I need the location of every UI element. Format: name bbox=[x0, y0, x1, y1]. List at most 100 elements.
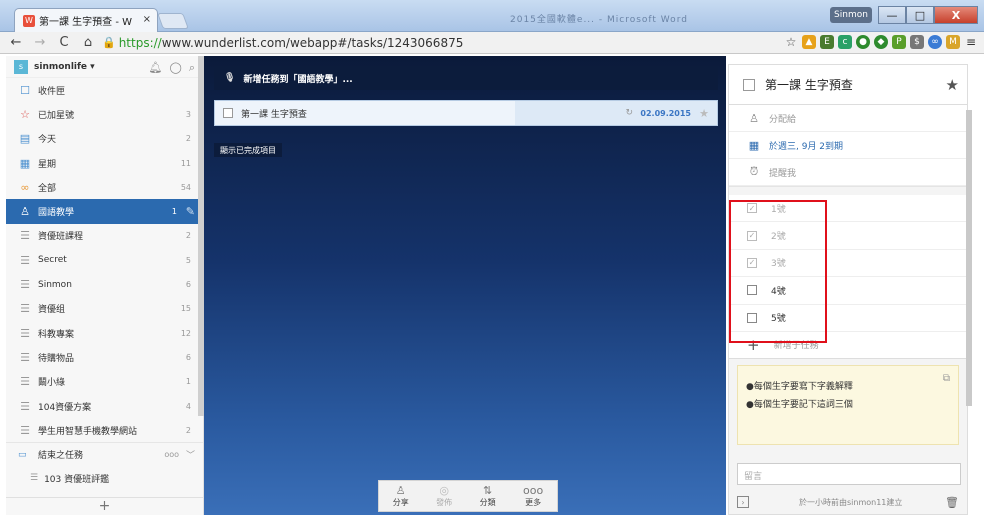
sidebar-item-count: 1 bbox=[171, 207, 177, 217]
window-controls: Sinmon — □ X bbox=[830, 6, 978, 24]
sidebar-item[interactable]: ▦ 星期 11 bbox=[6, 151, 203, 175]
checkmark-icon[interactable]: ✓ bbox=[747, 230, 757, 241]
checkmark-icon[interactable]: ✓ bbox=[747, 257, 757, 268]
note-line: ●每個生字要寫下字義解釋 bbox=[746, 381, 853, 392]
reminder-row[interactable]: ⏰︎ 提醒我 bbox=[729, 159, 967, 186]
search-icon[interactable]: ⌕ bbox=[189, 61, 195, 75]
folder-extension-icon[interactable]: M bbox=[946, 35, 960, 49]
subtask-row[interactable]: 4號 bbox=[729, 277, 967, 305]
add-task-input[interactable]: 🎙︎ 新增任務到「國語教學」... bbox=[214, 66, 718, 90]
username[interactable]: sinmonlife ▾ bbox=[34, 62, 95, 72]
publish-button[interactable]: ◎ 發佈 bbox=[436, 484, 453, 508]
trash-icon[interactable]: 🗑︎ bbox=[945, 496, 959, 509]
subtask-row[interactable]: ✓ 2號 bbox=[729, 222, 967, 250]
url-field[interactable]: 🔒 https:// www.wunderlist.com/webapp#/ta… bbox=[100, 34, 728, 51]
maximize-button[interactable]: □ bbox=[906, 6, 934, 24]
bookmark-star-icon[interactable]: ☆ bbox=[784, 35, 798, 49]
sidebar-item[interactable]: ☰ 學生用智慧手機教學網站 2 bbox=[6, 418, 203, 442]
detail-scrollbar[interactable] bbox=[966, 110, 972, 406]
menu-icon[interactable]: ≡ bbox=[964, 35, 978, 49]
subtask-checkbox[interactable] bbox=[747, 312, 757, 323]
show-completed-button[interactable]: 顯示已完成項目 bbox=[214, 143, 282, 157]
add-list-button[interactable]: + bbox=[6, 497, 203, 515]
due-date-row[interactable]: ▦ 於週三, 9月 2到期 bbox=[729, 132, 967, 159]
checkmark-icon[interactable]: ✓ bbox=[747, 203, 757, 214]
sidebar-item-count: 6 bbox=[185, 280, 191, 290]
share-button[interactable]: ♙ 分享 bbox=[393, 484, 409, 508]
sidebar-item[interactable]: ∞ 全部 54 bbox=[6, 175, 203, 199]
calendar-icon: ▦ bbox=[748, 138, 760, 152]
task-checkbox[interactable] bbox=[223, 108, 233, 118]
sidebar-item[interactable]: ☰ Secret 5 bbox=[6, 248, 203, 272]
drive-extension-icon[interactable]: ▲ bbox=[802, 35, 816, 49]
subtask-list: ✓ 1號 ✓ 2號 ✓ 3號 4號 5號 bbox=[729, 195, 967, 332]
note-box[interactable]: ⧉ ●每個生字要寫下字義解釋 ●每個生字要記下這詞三個 bbox=[737, 364, 959, 445]
detail-title[interactable]: 第一課 生字預查 bbox=[765, 76, 853, 93]
p-extension-icon[interactable]: P bbox=[892, 35, 906, 49]
folder-more-icon[interactable]: ooo bbox=[164, 450, 179, 459]
sidebar-item[interactable]: ▤ 今天 2 bbox=[6, 127, 203, 151]
sidebar-item[interactable]: ☆ 已加星號 3 bbox=[6, 102, 203, 126]
chevron-down-icon[interactable]: ﹀ bbox=[186, 448, 195, 461]
minimize-button[interactable]: — bbox=[878, 6, 906, 24]
bell-icon[interactable]: 🔔︎ bbox=[149, 61, 163, 75]
sidebar: s sinmonlife ▾ 🔔︎ ◯ ⌕ ☐ 收件匣 ☆ 已加星號 3 ▤ 今天 2 ▦ 星期 1… bbox=[6, 56, 204, 515]
subtask-row[interactable]: 5號 bbox=[729, 304, 967, 332]
forward-icon[interactable]: → bbox=[32, 35, 48, 50]
task-row[interactable]: 第一課 生字預查 ↻ 02.09.2015 ★ bbox=[214, 100, 718, 126]
note-line: ●每個生字要記下這詞三個 bbox=[746, 399, 853, 410]
star-icon[interactable]: ★ bbox=[946, 76, 959, 94]
microphone-icon[interactable]: 🎙︎ bbox=[224, 73, 235, 83]
sidebar-item[interactable]: ☰ 待購物品 6 bbox=[6, 345, 203, 369]
star-icon[interactable]: ★ bbox=[699, 107, 709, 120]
list-icon: ☰ bbox=[20, 326, 30, 340]
c-extension-icon[interactable]: c bbox=[838, 35, 852, 49]
subtask-label: 3號 bbox=[771, 259, 786, 270]
subtask-checkbox[interactable] bbox=[747, 285, 757, 296]
lock-icon: 🔒 bbox=[102, 36, 116, 49]
comment-input[interactable]: 留言 bbox=[737, 463, 961, 485]
browser-tab[interactable]: W 第一課 生字預查 - W × bbox=[14, 8, 158, 32]
avatar: s bbox=[14, 59, 28, 74]
edit-pencil-icon[interactable]: ✎ bbox=[186, 205, 195, 218]
sidebar-item[interactable]: ☐ 收件匣 bbox=[6, 78, 203, 102]
sidebar-item[interactable]: ☰ 資優组 15 bbox=[6, 297, 203, 321]
sync-extension-icon[interactable]: $ bbox=[910, 35, 924, 49]
sidebar-item[interactable]: ☰ 鬫小綠 1 bbox=[6, 370, 203, 394]
user-row[interactable]: s sinmonlife ▾ 🔔︎ ◯ ⌕ bbox=[6, 56, 203, 78]
sidebar-item-sublist[interactable]: ☰ 103 資優班評鑑 bbox=[6, 466, 203, 490]
reload-icon[interactable]: C bbox=[56, 35, 72, 50]
collapse-panel-icon[interactable]: › bbox=[737, 496, 749, 508]
chat-icon[interactable]: ◯ bbox=[170, 61, 182, 75]
list-icon: ☰ bbox=[20, 229, 30, 243]
more-button[interactable]: ooo 更多 bbox=[523, 484, 543, 508]
detail-checkbox[interactable] bbox=[743, 78, 755, 91]
sort-button[interactable]: ⇅ 分類 bbox=[480, 484, 496, 508]
assign-row[interactable]: ♙ 分配給 bbox=[729, 105, 967, 132]
loop-extension-icon[interactable]: ∞ bbox=[928, 35, 942, 49]
sidebar-item[interactable]: ☰ 資優班課程 2 bbox=[6, 224, 203, 248]
subtask-label: 1號 bbox=[771, 204, 786, 215]
home-icon[interactable]: ⌂ bbox=[80, 35, 96, 50]
sidebar-item-count: 6 bbox=[185, 352, 191, 362]
sidebar-item[interactable]: ☰ 104資優方案 4 bbox=[6, 394, 203, 418]
evernote-extension-icon[interactable]: E bbox=[820, 35, 834, 49]
sidebar-item[interactable]: ☰ Sinmon 6 bbox=[6, 272, 203, 296]
close-window-button[interactable]: X bbox=[934, 6, 978, 24]
subtask-row[interactable]: ✓ 1號 bbox=[729, 195, 967, 223]
subtask-row[interactable]: ✓ 3號 bbox=[729, 249, 967, 278]
sidebar-item-count: 54 bbox=[180, 182, 191, 192]
new-tab-button[interactable] bbox=[157, 13, 189, 29]
pin-extension-icon[interactable]: ◆ bbox=[874, 35, 888, 49]
tab-close-icon[interactable]: × bbox=[143, 14, 151, 25]
add-subtask-row[interactable]: + 新增子任務 bbox=[729, 331, 967, 359]
circle-extension-icon[interactable]: ● bbox=[856, 35, 870, 49]
sidebar-item[interactable]: ♙ 國語教學 1 ✎ bbox=[6, 199, 203, 224]
expand-note-icon[interactable]: ⧉ bbox=[943, 370, 950, 388]
sidebar-item[interactable]: ☰ 科教專案 12 bbox=[6, 321, 203, 345]
folder-finished[interactable]: ▭ 結束之任務 ooo ﹀ bbox=[6, 442, 203, 466]
action-label: 發佈 bbox=[436, 497, 453, 507]
list-icon: ☰ bbox=[20, 399, 30, 413]
profile-badge[interactable]: Sinmon bbox=[830, 7, 872, 23]
back-icon[interactable]: ← bbox=[8, 35, 24, 50]
